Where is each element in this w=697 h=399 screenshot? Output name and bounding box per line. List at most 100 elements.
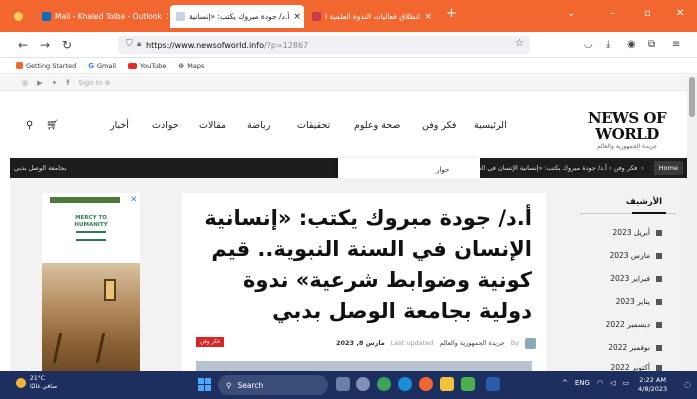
- extensions-icon[interactable]: ⧉: [648, 39, 655, 50]
- volume-icon[interactable]: ◁: [610, 379, 615, 387]
- tab-article[interactable]: أ.د/ جودة مبروك يكتب: «إنسانية ×: [170, 5, 304, 28]
- bookmark-maps[interactable]: ⊕ Maps: [178, 62, 204, 70]
- menu-item-articles[interactable]: مقالات: [199, 120, 226, 131]
- chevron-up-icon[interactable]: ^: [562, 379, 568, 387]
- taskbar-clock[interactable]: 2:22 AM 4/8/2023: [638, 376, 667, 394]
- tab-close-icon[interactable]: ×: [424, 12, 432, 22]
- signin-label: Sign In: [78, 78, 103, 87]
- archive-item[interactable]: نوفمبر 2022: [608, 343, 662, 352]
- ad-header: ✕: [42, 193, 140, 207]
- menu-item-thought-art[interactable]: فكر وفن: [422, 120, 456, 131]
- forward-icon[interactable]: →: [40, 38, 50, 52]
- chat-icon[interactable]: [356, 377, 370, 391]
- maximize-icon[interactable]: ▫: [644, 8, 651, 19]
- taskbar-search[interactable]: ⚲ Search: [218, 375, 328, 395]
- lock-icon[interactable]: 🔒︎: [137, 39, 141, 49]
- wifi-icon[interactable]: ◠: [597, 379, 603, 387]
- tab-close-icon[interactable]: ×: [166, 12, 168, 22]
- firefox-icon[interactable]: [419, 377, 433, 391]
- instagram-icon[interactable]: ◎: [22, 79, 28, 87]
- store-icon[interactable]: [461, 377, 475, 391]
- weather-widget[interactable]: 21°C صافي غالبًا: [16, 375, 57, 391]
- site-favicon-icon: [176, 12, 185, 21]
- menu-item-health-science[interactable]: صحة وعلوم: [354, 120, 401, 131]
- breadcrumb-home[interactable]: Home: [653, 161, 683, 175]
- article-date: مارس 8, 2023: [335, 339, 385, 347]
- minimize-icon[interactable]: –: [610, 8, 615, 19]
- weather-temp: 21°C: [30, 375, 45, 382]
- search-label: Search: [237, 380, 264, 390]
- edge-icon[interactable]: [398, 377, 412, 391]
- menu-item-incidents[interactable]: حوادث: [152, 120, 179, 131]
- bookmark-label: Gmail: [97, 61, 116, 70]
- dropdown-item-interview[interactable]: حوار: [436, 166, 449, 174]
- bookmark-getting-started[interactable]: Getting Started: [16, 62, 76, 70]
- search-icon[interactable]: ⚲: [26, 120, 33, 131]
- notification-icon[interactable]: ◌: [684, 380, 691, 389]
- ad-close-icon[interactable]: ✕: [130, 195, 138, 205]
- battery-icon[interactable]: ▭: [622, 379, 629, 387]
- social-strip: ◎ ▶ ✦ f Sign In ⊕: [0, 75, 687, 91]
- calendar-icon: [656, 321, 662, 328]
- bookmark-youtube[interactable]: YouTube: [127, 61, 167, 70]
- close-window-icon[interactable]: ✕: [676, 8, 684, 19]
- tab-outlook[interactable]: Mail - Khaled Tolba - Outlook ×: [36, 5, 168, 28]
- chrome-icon[interactable]: [377, 377, 391, 391]
- url-bar[interactable]: ⛉ 🔒︎ https://www.newsofworld.info/?p=128…: [118, 36, 530, 54]
- archive-accent: [632, 212, 666, 214]
- menu-item-home[interactable]: الرئيسية: [474, 120, 507, 131]
- pocket-icon[interactable]: ◡: [584, 39, 593, 50]
- cart-icon[interactable]: 🛒︎: [46, 120, 59, 131]
- back-icon[interactable]: ←: [18, 38, 28, 52]
- menu-item-news[interactable]: أخبار: [110, 120, 129, 131]
- reload-icon[interactable]: ↻: [62, 38, 72, 52]
- word-icon[interactable]: [486, 377, 500, 391]
- signin-link[interactable]: Sign In ⊕: [78, 79, 110, 87]
- author-name[interactable]: جريدة الجمهورية والعالم: [439, 339, 504, 347]
- list-all-tabs-icon[interactable]: ⌄: [567, 8, 575, 19]
- tab-title: أ.د/ جودة مبروك يكتب: «إنسانية: [189, 12, 290, 21]
- logo-tagline: جريدة الجمهورية والعالم: [596, 143, 658, 150]
- bookmark-label: YouTube: [139, 61, 167, 70]
- category-badge[interactable]: فكر وفن: [196, 337, 224, 347]
- archive-divider: [580, 212, 676, 214]
- bookmark-star-icon[interactable]: ☆: [515, 38, 524, 49]
- youtube-icon[interactable]: ▶: [37, 79, 42, 87]
- tab-seminar[interactable]: انطلاق فعاليات الندوة العلمية ا ×: [306, 5, 438, 28]
- scrollbar-thumb[interactable]: [689, 77, 695, 117]
- downloads-icon[interactable]: ⤓: [606, 39, 610, 50]
- firefox-menu-tab[interactable]: [8, 5, 32, 28]
- globe-icon: ⊕: [178, 61, 185, 70]
- account-icon[interactable]: ◉: [627, 39, 636, 50]
- bookmark-gmail[interactable]: G Gmail: [88, 62, 116, 70]
- file-explorer-icon[interactable]: [440, 377, 454, 391]
- language-indicator[interactable]: ENG: [575, 379, 590, 387]
- menu-item-investigations[interactable]: تحقيقات: [297, 120, 330, 131]
- archive-item[interactable]: مارس 2023: [609, 251, 662, 260]
- firefox-icon: [14, 12, 23, 21]
- archive-item-label: فبراير 2023: [610, 274, 650, 283]
- article-meta: مارس 8, 2023 Last updated جريدة الجمهوري…: [336, 337, 536, 349]
- task-view-icon[interactable]: [336, 377, 350, 391]
- clock-time: 2:22 AM: [639, 376, 666, 384]
- site-logo[interactable]: NEWS OF WORLD جريدة الجمهورية والعالم: [572, 110, 682, 150]
- calendar-icon: [656, 298, 662, 305]
- archive-item[interactable]: فبراير 2023: [610, 274, 662, 283]
- menu-icon[interactable]: ≡: [672, 39, 680, 50]
- ad-banner[interactable]: ✕ MERCY TO HUMANITY: [42, 193, 140, 371]
- calendar-icon: [656, 275, 662, 282]
- facebook-icon[interactable]: f: [66, 79, 69, 87]
- twitter-icon[interactable]: ✦: [52, 79, 58, 87]
- archive-item[interactable]: ديسمبر 2022: [606, 320, 662, 329]
- news-ticker[interactable]: بجامعة الوصل بدبي: [14, 158, 66, 178]
- system-tray: ^ ENG ◠ ◁ ▭: [562, 379, 629, 387]
- new-tab-button[interactable]: +: [446, 6, 457, 21]
- page-scrollbar[interactable]: [687, 75, 697, 371]
- menu-item-sports[interactable]: رياضة: [247, 120, 270, 131]
- shield-icon[interactable]: ⛉: [126, 39, 133, 49]
- archive-item[interactable]: أبريل 2023: [612, 228, 662, 237]
- windows-start-icon[interactable]: [198, 378, 211, 391]
- tab-close-icon[interactable]: ×: [293, 12, 301, 22]
- ticker-text: بجامعة الوصل بدبي: [14, 164, 67, 172]
- archive-item[interactable]: يناير 2023: [616, 297, 662, 306]
